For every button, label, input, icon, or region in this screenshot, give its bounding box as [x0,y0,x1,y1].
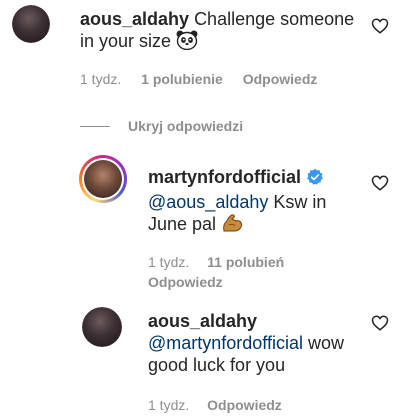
reply-text: martynfordofficial @aous_aldahy Ksw in J… [148,166,368,238]
flexed-biceps-icon [221,213,243,238]
comment-text: aous_aldahy Challenge someone in your si… [80,8,370,55]
reply-meta: 1 tydz. Odpowiedz [148,396,282,414]
reply-time[interactable]: 1 tydz. [148,397,189,413]
reply-button[interactable]: Odpowiedz [207,397,282,413]
comment-time[interactable]: 1 tydz. [80,71,121,87]
reply-likes[interactable]: 11 polubień [207,254,284,270]
comment-meta: 1 tydz. 1 polubienie Odpowiedz [80,70,317,88]
avatar-photo [82,307,122,347]
reply-button[interactable]: Odpowiedz [148,274,223,290]
like-heart-icon[interactable] [371,314,389,332]
like-heart-icon[interactable] [371,174,389,192]
avatar-photo [12,5,50,43]
like-heart-icon[interactable] [371,17,389,35]
avatar[interactable] [82,307,122,347]
hide-replies-toggle[interactable]: Ukryj odpowiedzi [80,117,243,135]
reply-time[interactable]: 1 tydz. [148,254,189,270]
mention-link[interactable]: @martynfordofficial [148,333,303,353]
reply-meta: 1 tydz. 11 polubień Odpowiedz [148,252,308,292]
hide-replies-label[interactable]: Ukryj odpowiedzi [128,117,243,135]
avatar[interactable] [12,5,50,43]
reply-text: aous_aldahy @martynfordofficial wow good… [148,310,373,376]
reply-button[interactable]: Odpowiedz [243,71,318,87]
panda-face-icon [176,30,198,55]
mention-link[interactable]: @aous_aldahy [148,192,268,212]
comment-likes[interactable]: 1 polubienie [141,71,223,87]
comment-username[interactable]: aous_aldahy [80,9,189,29]
avatar-story-ring[interactable] [79,155,127,203]
reply-username[interactable]: martynfordofficial [148,167,301,187]
verified-badge-icon [306,168,324,191]
divider-line [80,125,110,127]
reply-username[interactable]: aous_aldahy [148,311,257,331]
avatar-photo [84,160,122,198]
